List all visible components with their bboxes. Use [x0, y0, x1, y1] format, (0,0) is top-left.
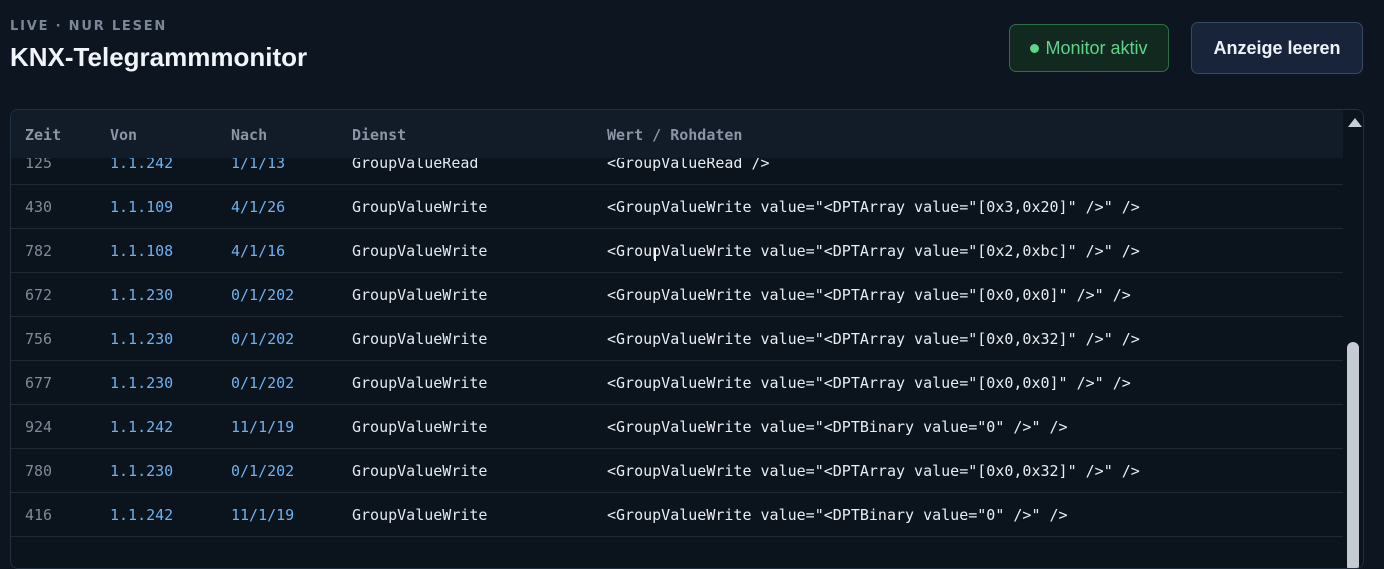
cell-from-address: 1.1.230 [110, 462, 174, 480]
cell-value: <GroupValueWrite value="<DPTArray value=… [607, 462, 1140, 480]
monitor-active-label: Monitor aktiv [1045, 37, 1148, 58]
table-row[interactable]: 782 1.1.108 4/1/16 GroupValueWrite <GroupVal… [11, 229, 1343, 273]
mode-eyebrow: LIVE · NUR LESEN [10, 19, 168, 34]
cell-to-address: 0/1/202 [231, 462, 295, 480]
cell-value: <GroupValueWrite value="<DPTArray value=… [607, 242, 1140, 260]
cell-to-address: 0/1/202 [231, 330, 295, 348]
cell-service: GroupValueWrite [352, 462, 488, 480]
cell-service: GroupValueWrite [352, 506, 488, 524]
table-row[interactable] [11, 537, 1343, 568]
cell-from-address: 1.1.230 [110, 286, 174, 304]
table-header: Zeit Von Nach Dienst Wert / Rohdaten [11, 110, 1343, 158]
cell-to-address: 0/1/202 [231, 286, 295, 304]
cell-from-address: 1.1.242 [110, 418, 174, 436]
cell-to-address: 11/1/19 [231, 418, 295, 436]
cell-to-address: 4/1/26 [231, 198, 286, 216]
cell-to-address: 0/1/202 [231, 374, 295, 392]
cell-value: <GroupValueWrite value="<DPTArray value=… [607, 286, 1131, 304]
monitor-active-button[interactable]: Monitor aktiv [1009, 24, 1169, 72]
cell-service: GroupValueWrite [352, 418, 488, 436]
cell-service: GroupValueWrite [352, 374, 488, 392]
table-row[interactable]: 430 1.1.109 4/1/26 GroupValueWrite <GroupVal… [11, 185, 1343, 229]
status-dot-icon [1030, 43, 1040, 53]
cell-service: GroupValueWrite [352, 330, 488, 348]
column-header-time[interactable]: Zeit [25, 126, 61, 144]
cell-time: 430 [25, 198, 53, 216]
cell-from-address: 1.1.242 [110, 506, 174, 524]
cell-time: 780 [25, 462, 53, 480]
table-row[interactable]: 924 1.1.242 11/1/19 GroupValueWrite <GroupVa… [11, 405, 1343, 449]
column-header-from[interactable]: Von [110, 126, 137, 144]
cell-time: 416 [25, 506, 53, 524]
cell-value: <GroupValueWrite value="<DPTArray value=… [607, 198, 1140, 216]
vertical-scrollbar[interactable] [1343, 110, 1363, 568]
cell-time: 782 [25, 242, 53, 260]
text-cursor-icon [654, 248, 656, 261]
table-row[interactable]: 756 1.1.230 0/1/202 GroupValueWrite <GroupVa… [11, 317, 1343, 361]
cell-value: <GroupValueWrite value="<DPTArray value=… [607, 374, 1131, 392]
cell-to-address: 4/1/16 [231, 242, 286, 260]
cell-to-address: 11/1/19 [231, 506, 295, 524]
cell-from-address: 1.1.108 [110, 242, 174, 260]
cell-value: <GroupValueWrite value="<DPTArray value=… [607, 330, 1140, 348]
table-row[interactable]: 677 1.1.230 0/1/202 GroupValueWrite <GroupVa… [11, 361, 1343, 405]
column-header-service[interactable]: Dienst [352, 126, 406, 144]
cell-time: 924 [25, 418, 53, 436]
table-row[interactable]: 780 1.1.230 0/1/202 GroupValueWrite <GroupVa… [11, 449, 1343, 493]
column-header-to[interactable]: Nach [231, 126, 267, 144]
clear-display-button[interactable]: Anzeige leeren [1191, 22, 1363, 74]
cell-value: <GroupValueWrite value="<DPTBinary value… [607, 506, 1068, 524]
column-header-value[interactable]: Wert / Rohdaten [607, 126, 742, 144]
table-row[interactable]: 672 1.1.230 0/1/202 GroupValueWrite <GroupVa… [11, 273, 1343, 317]
scroll-thumb[interactable] [1347, 342, 1359, 568]
page-title: KNX-Telegrammmonitor [10, 42, 308, 72]
cell-time: 756 [25, 330, 53, 348]
cell-time: 677 [25, 374, 53, 392]
cell-from-address: 1.1.230 [110, 374, 174, 392]
cell-value: <GroupValueWrite value="<DPTBinary value… [607, 418, 1068, 436]
table-row[interactable]: 416 1.1.242 11/1/19 GroupValueWrite <GroupVa… [11, 493, 1343, 537]
cell-from-address: 1.1.109 [110, 198, 174, 216]
cell-from-address: 1.1.230 [110, 330, 174, 348]
cell-service: GroupValueWrite [352, 198, 488, 216]
cell-service: GroupValueWrite [352, 242, 488, 260]
chevron-up-icon[interactable] [1348, 118, 1362, 127]
cell-service: GroupValueWrite [352, 286, 488, 304]
telegram-table-panel: 125 1.1.242 1/1/13 GroupValueRead <GroupValu… [10, 109, 1364, 569]
cell-time: 672 [25, 286, 53, 304]
page-header: LIVE · NUR LESEN KNX-Telegrammmonitor Mo… [0, 0, 1384, 108]
